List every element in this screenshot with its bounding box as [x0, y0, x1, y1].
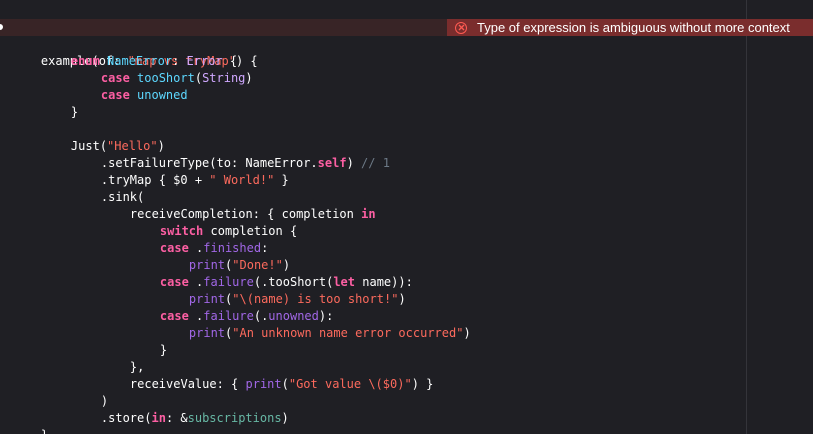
code-token: print	[188, 326, 226, 340]
code-line-11[interactable]: switch completion {	[131, 206, 297, 238]
code-line-23[interactable]: }	[12, 410, 48, 434]
code-line-5[interactable]: }	[42, 87, 78, 119]
code-token: )	[281, 411, 289, 425]
code-token: (	[194, 71, 203, 85]
code-line-18[interactable]: }	[131, 325, 167, 357]
code-token: "An unknown name error occurred"	[232, 326, 464, 340]
code-token: ) }	[411, 377, 434, 391]
code-token: )	[398, 292, 406, 306]
code-token: }	[274, 173, 289, 187]
code-token: print	[245, 377, 282, 391]
code-line-19[interactable]: },	[101, 342, 144, 374]
code-line-13[interactable]: print("Done!")	[160, 240, 290, 272]
code-editor[interactable]: example(of: "map vs tryMap") { Type of e…	[0, 0, 813, 434]
error-banner[interactable]: Type of expression is ambiguous without …	[447, 19, 813, 36]
code-line-10[interactable]: receiveCompletion: { completion in	[101, 189, 376, 221]
code-token: )	[245, 71, 253, 85]
code-token: )	[463, 326, 471, 340]
code-token: .store(	[100, 411, 152, 425]
code-token: receiveValue: {	[129, 377, 246, 391]
code-token: unowned	[137, 88, 188, 102]
error-message: Type of expression is ambiguous without …	[477, 20, 790, 35]
code-line-2[interactable]: enum NameError: Error {	[42, 36, 237, 68]
breakpoint-indicator[interactable]	[0, 24, 3, 30]
code-token: subscriptions	[187, 411, 282, 425]
code-line-20[interactable]: receiveValue: { print("Got value \($0)")…	[101, 359, 433, 391]
code-token: self	[317, 156, 347, 170]
code-line-7[interactable]: .setFailureType(to: NameError.self) // 1	[72, 138, 390, 170]
code-line-17[interactable]: print("An unknown name error occurred")	[160, 308, 471, 340]
code-line-21[interactable]: )	[72, 376, 108, 408]
code-line-3[interactable]: case tooShort(String)	[72, 53, 253, 85]
code-line-22[interactable]: .store(in: &subscriptions)	[72, 393, 289, 425]
code-token: in	[361, 207, 376, 221]
code-line-8[interactable]: .tryMap { $0 + " World!" }	[72, 155, 289, 187]
code-token: case	[100, 88, 138, 102]
code-line-9[interactable]: .sink(	[72, 172, 144, 204]
code-token: }	[70, 105, 79, 119]
code-token: "Got value \($0)"	[288, 377, 412, 391]
code-token: (	[281, 377, 289, 391]
page-guide	[746, 0, 747, 434]
code-line-16[interactable]: case .failure(.unowned):	[131, 291, 333, 323]
code-token: )	[346, 156, 362, 170]
code-token: }	[159, 343, 168, 357]
code-line-14[interactable]: case .failure(.tooShort(let name)):	[131, 257, 413, 289]
code-line-15[interactable]: print("\(name) is too short!")	[160, 274, 406, 306]
code-line-4[interactable]: case unowned	[72, 70, 188, 102]
code-token: " World!"	[209, 173, 275, 187]
code-line-12[interactable]: case .finished:	[131, 223, 268, 255]
code-line-6[interactable]: Just("Hello")	[42, 121, 165, 153]
code-token: : &	[165, 411, 188, 425]
error-x-circle-icon	[455, 21, 467, 34]
code-token: in	[151, 411, 166, 425]
code-comment: // 1	[361, 156, 390, 170]
code-token: }	[41, 428, 48, 434]
code-token: String	[202, 71, 246, 85]
